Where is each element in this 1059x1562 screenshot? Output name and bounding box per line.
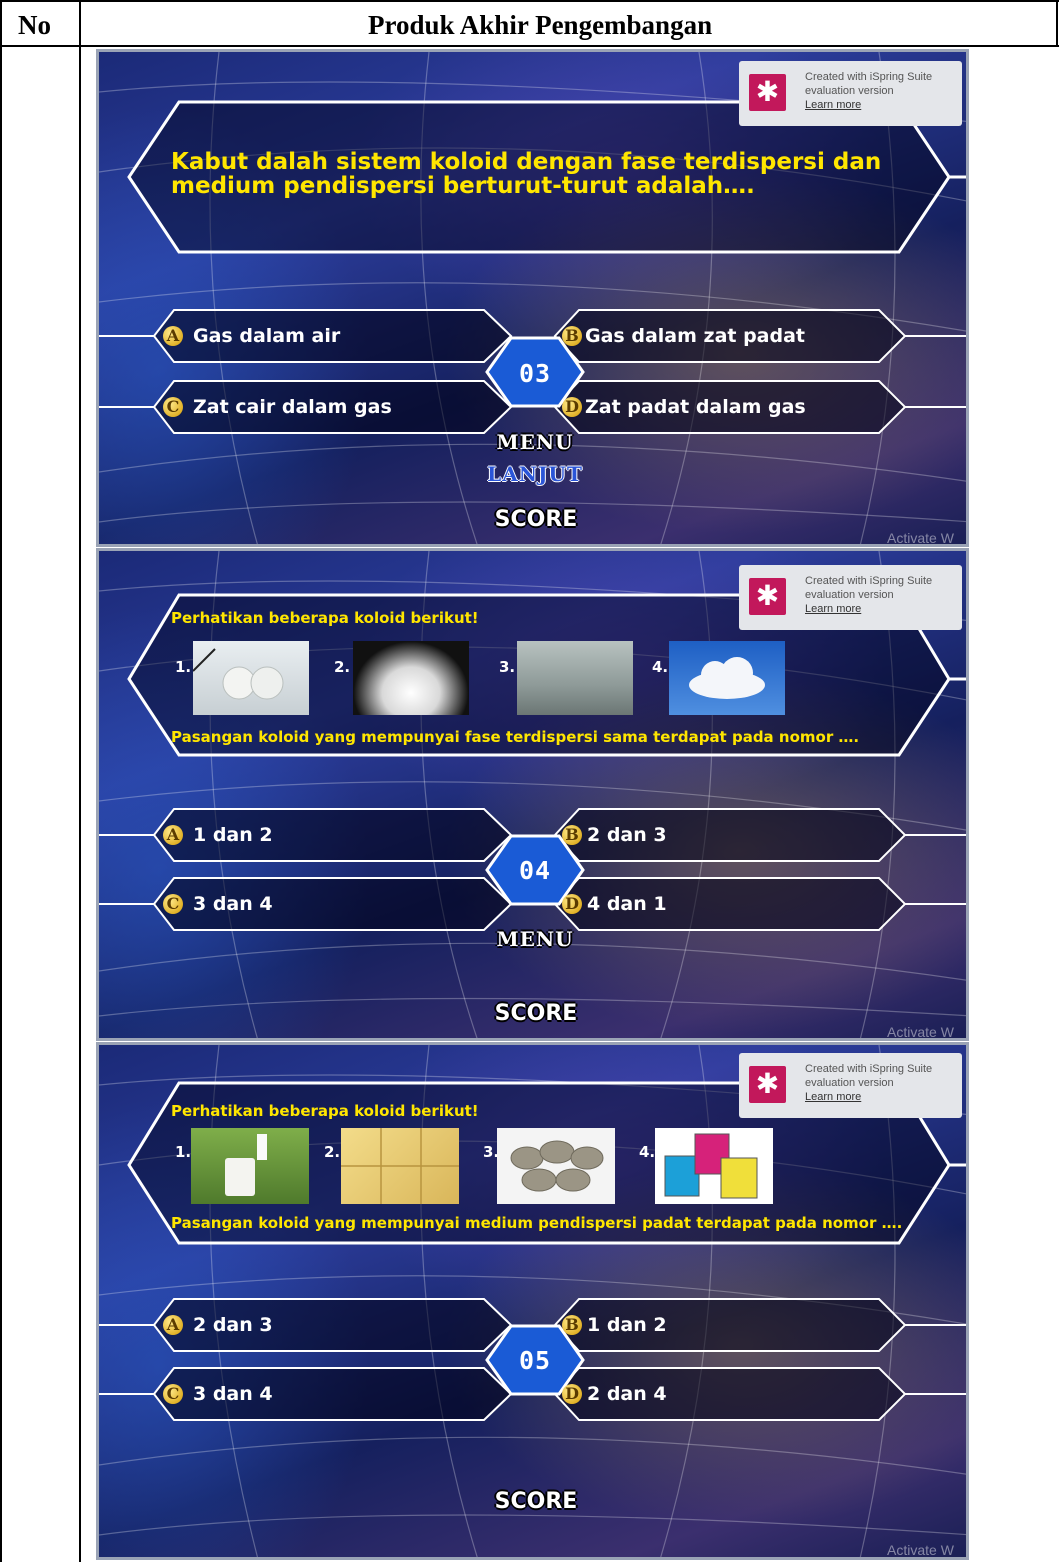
image-3-label: 3. (499, 658, 516, 676)
header-no: No (18, 10, 51, 40)
answer-b-badge: B (562, 825, 582, 845)
answer-a[interactable]: 2 dan 3 (193, 1314, 273, 1336)
answer-d[interactable]: Zat padat dalam gas (585, 396, 806, 418)
activate-windows-watermark: Activate W (887, 1542, 954, 1558)
answer-d-badge: D (562, 1384, 582, 1404)
watermark-line-1: Created with iSpring Suite (805, 71, 933, 83)
watermark-line-1: Created with iSpring Suite (805, 575, 933, 587)
score-button[interactable]: SCORE (476, 1489, 596, 1514)
ispring-watermark: ✱ Created with iSpring Suite evaluation … (739, 1053, 962, 1118)
ispring-watermark: ✱ Created with iSpring Suite evaluation … (739, 61, 962, 126)
smoke-image (353, 641, 469, 715)
answer-c[interactable]: Zat cair dalam gas (193, 396, 392, 418)
answer-d-badge: D (562, 894, 582, 914)
question-text: Pasangan koloid yang mempunyai fase terd… (171, 728, 860, 746)
ispring-logo-icon: ✱ (749, 74, 786, 111)
learn-more-link[interactable]: Learn more (805, 603, 861, 615)
question-line-2: medium pendispersi berturut-turut adalah… (171, 173, 755, 199)
answer-d-badge: D (562, 397, 582, 417)
image-2-label: 2. (334, 658, 351, 676)
score-button[interactable]: SCORE (476, 507, 596, 532)
table-column-divider (79, 0, 81, 1562)
answer-c-badge: C (163, 397, 183, 417)
answer-a-badge: A (163, 1315, 183, 1335)
table-border-top (0, 0, 1059, 2)
question-number: 03 (518, 359, 552, 388)
answer-a-badge: A (163, 326, 183, 346)
table-border-header-bottom (0, 45, 1059, 47)
pearls-image (193, 641, 309, 715)
table-border-right (1056, 0, 1058, 47)
answer-d[interactable]: 2 dan 4 (587, 1383, 667, 1405)
pumice-stones-image (497, 1128, 615, 1204)
answer-a[interactable]: 1 dan 2 (193, 824, 273, 846)
header-title: Produk Akhir Pengembangan (368, 10, 713, 40)
question-number: 05 (518, 1346, 552, 1375)
learn-more-link[interactable]: Learn more (805, 99, 861, 111)
ispring-logo-icon: ✱ (749, 578, 786, 615)
watermark-line-2: evaluation version (805, 589, 894, 601)
answer-c[interactable]: 3 dan 4 (193, 1383, 273, 1405)
answer-c[interactable]: 3 dan 4 (193, 893, 273, 915)
score-button[interactable]: SCORE (476, 1001, 596, 1026)
question-line-1: Kabut dalah sistem koloid dengan fase te… (171, 149, 882, 175)
menu-button[interactable]: MENU (486, 927, 584, 951)
answer-b-badge: B (562, 1315, 582, 1335)
image-4-label: 4. (652, 658, 669, 676)
table-border-left (0, 0, 2, 1562)
quiz-slide-05: Perhatikan beberapa koloid berikut! 1. 2… (96, 1042, 969, 1560)
image-4-label: 4. (639, 1143, 656, 1161)
answer-b[interactable]: 1 dan 2 (587, 1314, 667, 1336)
image-2-label: 2. (324, 1143, 341, 1161)
answer-b[interactable]: 2 dan 3 (587, 824, 667, 846)
activate-windows-watermark: Activate W (887, 1024, 954, 1040)
answer-d[interactable]: 4 dan 1 (587, 893, 667, 915)
question-number: 04 (518, 856, 552, 885)
cloud-image (669, 641, 785, 715)
ispring-logo-icon: ✱ (749, 1066, 786, 1103)
ispring-watermark: ✱ Created with iSpring Suite evaluation … (739, 565, 962, 630)
answer-b-badge: B (562, 326, 582, 346)
answer-c-badge: C (163, 1384, 183, 1404)
answer-b[interactable]: Gas dalam zat padat (585, 325, 805, 347)
activate-windows-watermark: Activate W (887, 530, 954, 546)
learn-more-link[interactable]: Learn more (805, 1091, 861, 1103)
butter-image (341, 1128, 459, 1204)
fog-image (517, 641, 633, 715)
watermark-line-2: evaluation version (805, 85, 894, 97)
question-text: Pasangan koloid yang mempunyai medium pe… (171, 1214, 903, 1232)
quiz-slide-03: Kabut dalah sistem koloid dengan fase te… (96, 49, 969, 547)
watermark-line-2: evaluation version (805, 1077, 894, 1089)
paint-cans-image (655, 1128, 773, 1204)
answer-a[interactable]: Gas dalam air (193, 325, 340, 347)
image-1-label: 1. (175, 658, 192, 676)
lanjut-button[interactable]: LANJUT (486, 462, 584, 486)
menu-button[interactable]: MENU (486, 430, 584, 454)
image-1-label: 1. (175, 1143, 192, 1161)
question-intro: Perhatikan beberapa koloid berikut! (171, 609, 479, 627)
watermark-line-1: Created with iSpring Suite (805, 1063, 933, 1075)
question-intro: Perhatikan beberapa koloid berikut! (171, 1102, 479, 1120)
quiz-slide-04: Perhatikan beberapa koloid berikut! 1. 2… (96, 548, 969, 1041)
answer-c-badge: C (163, 894, 183, 914)
answer-a-badge: A (163, 825, 183, 845)
milk-image (191, 1128, 309, 1204)
